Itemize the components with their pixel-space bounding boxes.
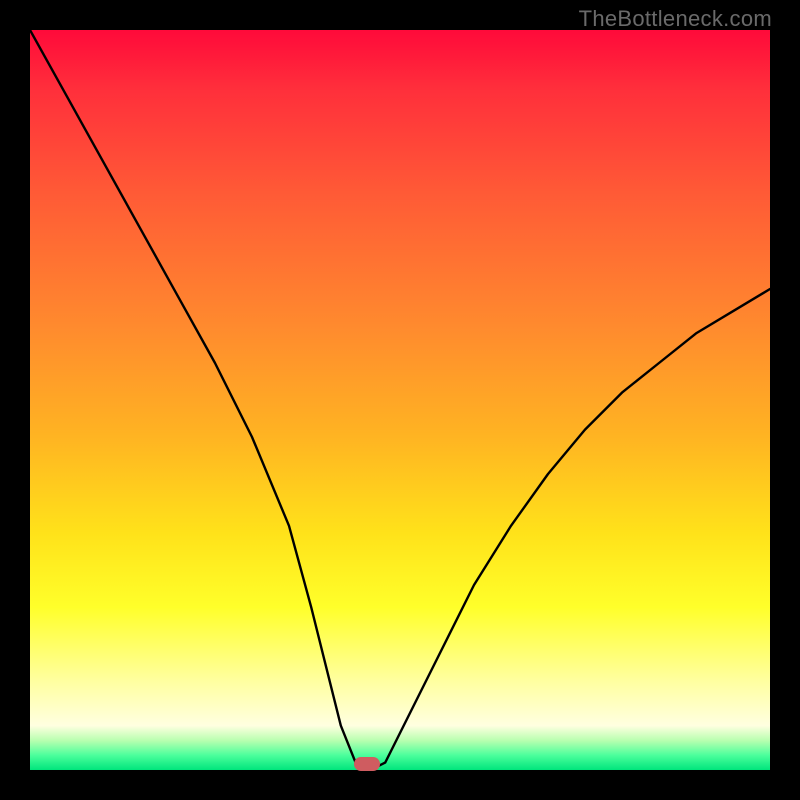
watermark-text: TheBottleneck.com [579,6,772,32]
plot-area [30,30,770,770]
optimal-point-marker [354,757,380,771]
chart-frame: TheBottleneck.com [0,0,800,800]
bottleneck-curve [30,30,770,770]
curve-path [30,30,770,770]
